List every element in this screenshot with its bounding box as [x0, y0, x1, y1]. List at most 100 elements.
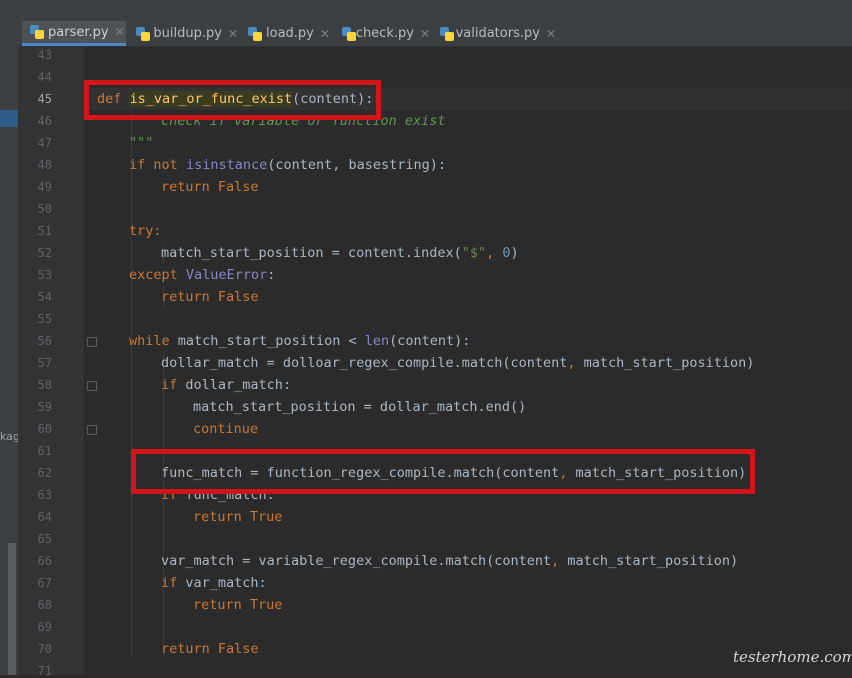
- line-number: 65: [37, 532, 52, 546]
- code-text: match_start_position): [575, 355, 755, 371]
- code-text: ): [510, 245, 519, 261]
- close-icon[interactable]: ✕: [115, 25, 125, 39]
- keyword: except: [129, 267, 178, 283]
- line-number: 44: [37, 70, 52, 84]
- keyword: while: [129, 333, 170, 349]
- builtin: len: [364, 333, 390, 349]
- line-number: 59: [37, 400, 52, 414]
- code-text: (content):: [389, 333, 471, 349]
- keyword: return: [161, 289, 210, 305]
- number-literal: 0: [502, 245, 511, 261]
- project-panel-edge[interactable]: kag: [0, 0, 20, 675]
- code-text: match_start_position): [559, 553, 739, 569]
- fold-marker-icon[interactable]: [87, 425, 97, 435]
- builtin: ValueError: [185, 267, 268, 283]
- keyword: return: [193, 597, 242, 613]
- code-line-70[interactable]: return False: [161, 638, 259, 660]
- indent-guide: [131, 110, 132, 656]
- tab-parser-py[interactable]: parser.py ✕: [22, 21, 126, 46]
- line-number: 68: [37, 598, 52, 612]
- annotation-box-func-match: [131, 449, 755, 494]
- python-file-icon: [440, 26, 454, 41]
- line-number: 50: [37, 202, 52, 216]
- fold-marker-icon[interactable]: [87, 381, 97, 391]
- line-number: 45: [37, 92, 52, 106]
- tab-buildup-py[interactable]: buildup.py ✕: [128, 21, 238, 46]
- editor-tab-bar: parser.py ✕ buildup.py ✕ load.py ✕ check…: [18, 21, 852, 47]
- keyword: not: [153, 157, 178, 173]
- code-text: match_start_position = dollar_match.end(…: [193, 399, 527, 415]
- selected-tree-item[interactable]: [0, 110, 18, 127]
- code-line-60[interactable]: continue: [193, 418, 258, 440]
- code-line-53[interactable]: except ValueError:: [129, 264, 275, 286]
- code-text: ,: [486, 245, 503, 261]
- line-number: 52: [37, 246, 52, 260]
- project-item-fragment[interactable]: kag: [0, 430, 20, 443]
- line-number: 43: [37, 48, 52, 62]
- line-number: 62: [37, 466, 52, 480]
- python-file-icon: [136, 26, 150, 41]
- code-text: :: [267, 267, 276, 283]
- tab-label: parser.py: [48, 24, 109, 40]
- close-icon[interactable]: ✕: [228, 27, 238, 41]
- tab-validators-py[interactable]: validators.py ✕: [432, 21, 556, 46]
- keyword: if: [129, 157, 146, 173]
- line-number: 57: [37, 356, 52, 370]
- code-text: (content, basestring):: [267, 157, 447, 173]
- tab-check-py[interactable]: check.py ✕: [334, 21, 430, 46]
- keyword: return: [193, 509, 242, 525]
- line-number: 70: [37, 642, 52, 656]
- code-line-48[interactable]: if not isinstance(content, basestring):: [129, 154, 446, 176]
- line-number: 61: [37, 444, 52, 458]
- keyword: return: [161, 641, 210, 657]
- code-line-47[interactable]: """: [129, 132, 153, 154]
- keyword: False: [217, 179, 259, 195]
- line-number: 54: [37, 290, 52, 304]
- line-number: 58: [37, 378, 52, 392]
- keyword: if: [161, 575, 178, 591]
- scrollbar-thumb[interactable]: [8, 543, 16, 675]
- code-text: var_match = variable_regex_compile.match…: [161, 553, 552, 569]
- line-number: 60: [37, 422, 52, 436]
- line-number: 71: [37, 664, 52, 678]
- keyword: True: [249, 597, 283, 613]
- code-line-68[interactable]: return True: [193, 594, 282, 616]
- code-line-59[interactable]: match_start_position = dollar_match.end(…: [193, 396, 526, 418]
- code-line-66[interactable]: var_match = variable_regex_compile.match…: [161, 550, 738, 572]
- line-number: 66: [37, 554, 52, 568]
- tab-label: load.py: [266, 26, 314, 41]
- docstring: """: [129, 135, 154, 151]
- code-line-57[interactable]: dollar_match = dolloar_regex_compile.mat…: [161, 352, 754, 374]
- code-line-58[interactable]: if dollar_match:: [161, 374, 291, 396]
- code-line-52[interactable]: match_start_position = content.index("$"…: [161, 242, 519, 264]
- line-number: 51: [37, 224, 52, 238]
- line-number: 48: [37, 158, 52, 172]
- keyword: False: [217, 289, 259, 305]
- close-icon[interactable]: ✕: [420, 27, 430, 41]
- code-text: dollar_match:: [185, 377, 292, 393]
- code-line-51[interactable]: try:: [129, 220, 162, 242]
- close-icon[interactable]: ✕: [546, 27, 556, 41]
- code-text: dollar_match = dolloar_regex_compile.mat…: [161, 355, 568, 371]
- string-literal: "$": [461, 245, 487, 261]
- tab-label: check.py: [355, 26, 414, 41]
- line-number: 69: [37, 620, 52, 634]
- code-line-49[interactable]: return False: [161, 176, 259, 198]
- code-line-54[interactable]: return False: [161, 286, 259, 308]
- code-line-56[interactable]: while match_start_position < len(content…: [129, 330, 470, 352]
- keyword: if: [161, 377, 178, 393]
- line-number: 67: [37, 576, 52, 590]
- line-number: 49: [37, 180, 52, 194]
- tab-label: buildup.py: [153, 26, 222, 41]
- close-icon[interactable]: ✕: [320, 27, 330, 41]
- python-file-icon: [30, 25, 44, 39]
- fold-marker-icon[interactable]: [87, 337, 97, 347]
- python-file-icon: [342, 26, 356, 41]
- code-line-64[interactable]: return True: [193, 506, 282, 528]
- code-line-67[interactable]: if var_match:: [161, 572, 267, 594]
- python-file-icon: [248, 26, 262, 41]
- line-number: 55: [37, 312, 52, 326]
- tab-load-py[interactable]: load.py ✕: [240, 21, 332, 46]
- code-text: ,: [567, 355, 576, 371]
- line-number: 47: [37, 136, 52, 150]
